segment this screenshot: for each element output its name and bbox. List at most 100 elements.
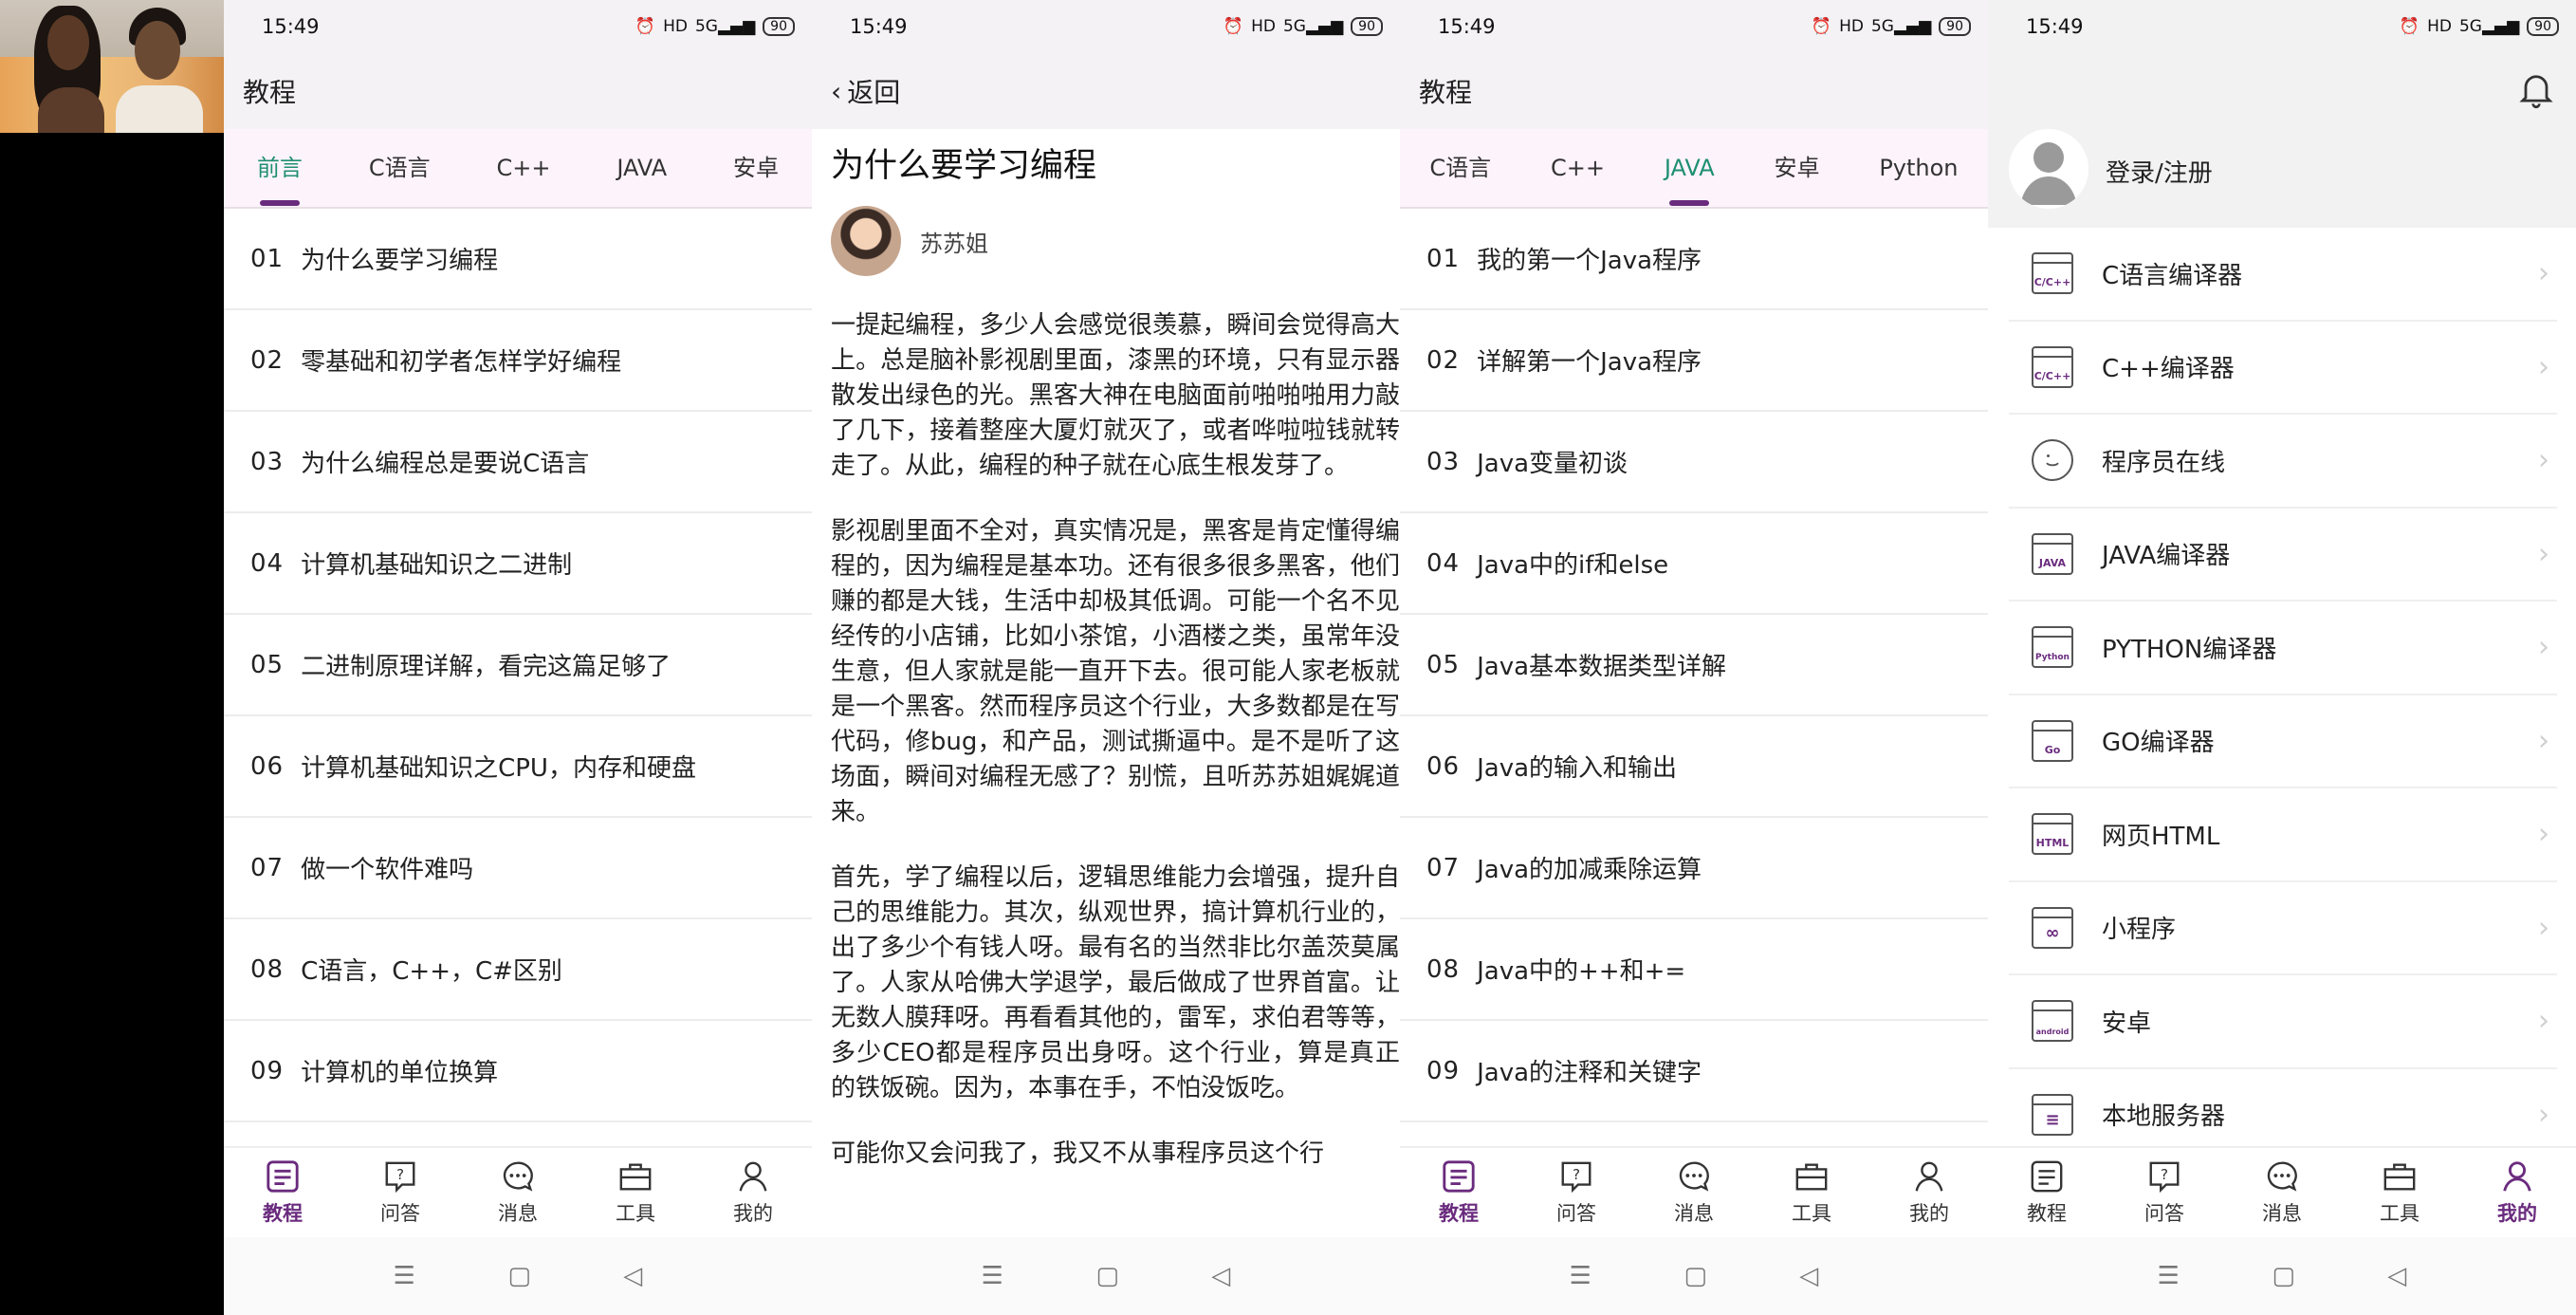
article-content: 为什么要学习编程 苏苏姐 一提起编程，多少人会感觉很羡慕，瞬间会觉得高大上。总是…	[812, 129, 1400, 1237]
app-bar: 教程	[1400, 53, 1988, 129]
back-button[interactable]: ◁	[623, 1262, 642, 1290]
smiley-icon	[2032, 439, 2073, 482]
signal-icon: 5G▂▄▆	[1870, 17, 1932, 36]
lesson-list: 01 为什么要学习编程 02 零基础和初学者怎样学好编程 03 为什么编程总是要说C语…	[224, 209, 812, 1122]
nav-message[interactable]: 消息	[475, 1158, 561, 1227]
screen-tutorial-intro: 15:49 ⏰ HD 5G▂▄▆ 90 教程 前言 C语言 C++ JAVA 安…	[224, 0, 812, 1315]
nav-tutorial[interactable]: 教程	[1416, 1158, 1501, 1227]
tab-python[interactable]: Python	[1873, 128, 1963, 208]
list-item[interactable]: 08 C语言，C++，C#区别	[224, 919, 812, 1021]
home-button[interactable]: ▢	[507, 1262, 531, 1290]
hd-icon: HD	[1251, 17, 1276, 36]
back-button[interactable]: ◁	[1211, 1262, 1230, 1290]
list-item[interactable]: 08 Java中的++和+=	[1400, 919, 1988, 1021]
avatar[interactable]	[831, 206, 901, 276]
menu-item-python-compiler[interactable]: Python PYTHON编译器 ›	[2009, 602, 2557, 695]
menu-item-android[interactable]: android 安卓 ›	[2009, 975, 2557, 1069]
signal-icon: 5G▂▄▆	[694, 17, 756, 36]
list-item[interactable]: 01 我的第一个Java程序	[1400, 209, 1988, 310]
system-nav: ☰ ▢ ◁	[1400, 1237, 1988, 1315]
home-button[interactable]: ▢	[1095, 1262, 1119, 1290]
bell-icon[interactable]	[2515, 68, 2557, 110]
login-register-link[interactable]: 登录/注册	[2106, 154, 2213, 189]
menu-button[interactable]: ☰	[2158, 1262, 2180, 1290]
article-title: 为什么要学习编程	[831, 147, 1097, 185]
article-paragraph: 可能你又会问我了，我又不从事程序员这个行	[831, 1139, 1325, 1168]
tab-android[interactable]: 安卓	[727, 128, 784, 208]
list-item[interactable]: 05 Java基本数据类型详解	[1400, 615, 1988, 716]
menu-button[interactable]: ☰	[982, 1262, 1003, 1290]
nav-qa[interactable]: ? 问答	[1534, 1158, 1619, 1227]
menu-button[interactable]: ☰	[1570, 1262, 1592, 1290]
menu-item-go-compiler[interactable]: Go GO编译器 ›	[2009, 695, 2557, 788]
python-window-icon: Python	[2032, 626, 2073, 669]
nav-tools[interactable]: 工具	[1769, 1158, 1854, 1227]
screen-tutorial-java: 15:49 ⏰ HD 5G▂▄▆ 90 教程 C语言 C++ JAVA 安卓 P…	[1400, 0, 1988, 1315]
chevron-right-icon: ›	[2538, 1004, 2549, 1038]
menu-button[interactable]: ☰	[394, 1262, 415, 1290]
list-item[interactable]: 02 零基础和初学者怎样学好编程	[224, 310, 812, 412]
java-window-icon: JAVA	[2032, 532, 2073, 575]
nav-qa[interactable]: ? 问答	[2122, 1158, 2207, 1227]
list-item[interactable]: 04 计算机基础知识之二进制	[224, 513, 812, 615]
nav-tools[interactable]: 工具	[2357, 1158, 2442, 1227]
nav-message[interactable]: 消息	[2239, 1158, 2325, 1227]
go-window-icon: Go	[2032, 719, 2073, 762]
webcam-overlay	[0, 0, 224, 133]
list-item[interactable]: 04 Java中的if和else	[1400, 513, 1988, 615]
back-button[interactable]: ◁	[2387, 1262, 2406, 1290]
article-paragraph: 影视剧里面不全对，真实情况是，黑客是肯定懂得编程的，因为编程是基本功。还有很多很…	[831, 517, 1400, 826]
list-item[interactable]: 07 Java的加减乘除运算	[1400, 818, 1988, 919]
menu-item-mini-program[interactable]: ∞ 小程序 ›	[2009, 882, 2557, 975]
list-item[interactable]: 01 为什么要学习编程	[224, 209, 812, 310]
mini-program-icon: ∞	[2032, 906, 2073, 949]
chevron-left-icon: ‹	[831, 75, 842, 107]
system-nav: ☰ ▢ ◁	[812, 1237, 1400, 1315]
list-item[interactable]: 05 二进制原理详解，看完这篇足够了	[224, 615, 812, 716]
hd-icon: HD	[2427, 17, 2452, 36]
screen-article: 15:49 ⏰ HD 5G▂▄▆ 90 ‹ 返回 为什么要学习编程 苏苏姐 一提…	[812, 0, 1400, 1315]
home-button[interactable]: ▢	[2272, 1262, 2295, 1290]
menu-item-java-compiler[interactable]: JAVA JAVA编译器 ›	[2009, 509, 2557, 602]
tab-java[interactable]: JAVA	[1659, 128, 1720, 208]
menu-item-programmer-online[interactable]: 程序员在线 ›	[2009, 415, 2557, 509]
home-button[interactable]: ▢	[1684, 1262, 1707, 1290]
nav-me[interactable]: 我的	[1886, 1158, 1972, 1227]
back-button[interactable]: ◁	[1799, 1262, 1818, 1290]
list-item[interactable]: 07 做一个软件难吗	[224, 818, 812, 919]
tab-preface[interactable]: 前言	[251, 128, 308, 208]
nav-tutorial[interactable]: 教程	[240, 1158, 325, 1227]
tab-android[interactable]: 安卓	[1768, 128, 1825, 208]
list-item[interactable]: 03 Java变量初谈	[1400, 412, 1988, 513]
list-item[interactable]: 09 Java的注释和关键字	[1400, 1021, 1988, 1122]
list-item[interactable]: 06 Java的输入和输出	[1400, 716, 1988, 818]
nav-me[interactable]: 我的	[710, 1158, 796, 1227]
list-item[interactable]: 02 详解第一个Java程序	[1400, 310, 1988, 412]
tab-java[interactable]: JAVA	[611, 128, 672, 208]
server-icon: ≡	[2032, 1093, 2073, 1136]
menu-item-cpp-compiler[interactable]: C/C++ C++编译器 ›	[2009, 322, 2557, 415]
menu-item-html[interactable]: HTML 网页HTML ›	[2009, 788, 2557, 882]
nav-me[interactable]: 我的	[2475, 1158, 2560, 1227]
question-icon: ?	[385, 1161, 415, 1194]
nav-message[interactable]: 消息	[1651, 1158, 1737, 1227]
battery-icon: 90	[1351, 17, 1383, 36]
app-bar: ‹ 返回	[812, 53, 1400, 129]
tab-c[interactable]: C语言	[1424, 128, 1497, 208]
tab-cpp[interactable]: C++	[1545, 128, 1610, 208]
nav-tools[interactable]: 工具	[593, 1158, 678, 1227]
html-window-icon: HTML	[2032, 813, 2073, 856]
avatar[interactable]	[2009, 129, 2088, 209]
tab-c[interactable]: C语言	[363, 128, 436, 208]
list-item[interactable]: 03 为什么编程总是要说C语言	[224, 412, 812, 513]
back-button[interactable]: ‹ 返回	[831, 72, 900, 110]
tab-cpp[interactable]: C++	[490, 128, 556, 208]
chevron-right-icon: ›	[2538, 443, 2549, 477]
chevron-right-icon: ›	[2538, 911, 2549, 945]
nav-tutorial[interactable]: 教程	[2004, 1158, 2089, 1227]
menu-item-c-compiler[interactable]: C/C++ C语言编译器 ›	[2009, 228, 2557, 322]
battery-icon: 90	[763, 17, 795, 36]
nav-qa[interactable]: ? 问答	[358, 1158, 443, 1227]
list-item[interactable]: 09 计算机的单位换算	[224, 1021, 812, 1122]
list-item[interactable]: 06 计算机基础知识之CPU，内存和硬盘	[224, 716, 812, 818]
